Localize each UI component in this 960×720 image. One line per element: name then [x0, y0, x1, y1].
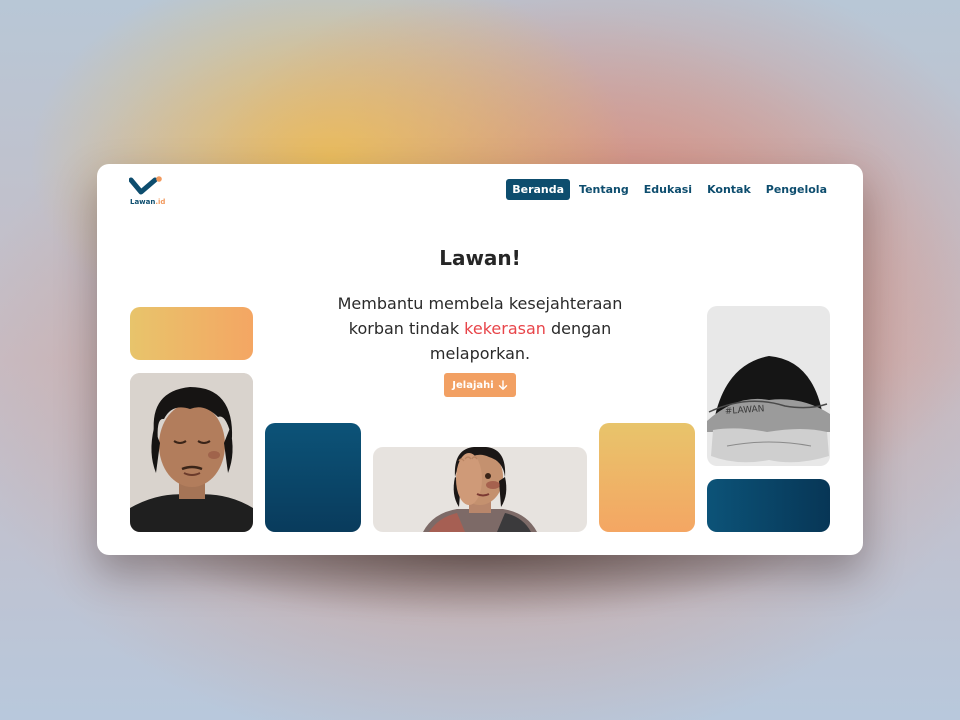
nav-beranda[interactable]: Beranda: [506, 179, 571, 200]
nav-tentang[interactable]: Tentang: [573, 179, 635, 200]
highlight-word: kekerasan: [464, 319, 546, 338]
explore-button[interactable]: Jelajahi: [444, 373, 516, 397]
logo-text: Lawan.id: [130, 198, 166, 206]
photo-person-hugging-knees: #LAWAN: [707, 306, 830, 466]
hero-subtitle: Membantu membela kesejahteraan korban ti…: [337, 294, 623, 363]
photo-man-bruised: [130, 373, 253, 532]
nav-kontak[interactable]: Kontak: [701, 179, 757, 200]
decorative-tile-warm-right: [599, 423, 695, 532]
nav-edukasi[interactable]: Edukasi: [638, 179, 698, 200]
logo-mark-icon: [129, 176, 162, 195]
arrow-down-icon: [498, 379, 507, 390]
logo[interactable]: Lawan.id: [129, 176, 169, 210]
explore-button-label: Jelajahi: [452, 379, 494, 391]
hero-title: Lawan!: [439, 246, 521, 270]
photo-woman-covering-eye: [373, 447, 587, 532]
website-preview-card: Lawan.id Beranda Tentang Edukasi Kontak …: [97, 164, 863, 555]
main-nav: Beranda Tentang Edukasi Kontak Pengelola: [506, 179, 833, 200]
nav-pengelola[interactable]: Pengelola: [760, 179, 833, 200]
decorative-tile-warm-left: [130, 307, 253, 360]
decorative-tile-blue-left: [265, 423, 361, 532]
decorative-tile-blue-right: [707, 479, 830, 532]
